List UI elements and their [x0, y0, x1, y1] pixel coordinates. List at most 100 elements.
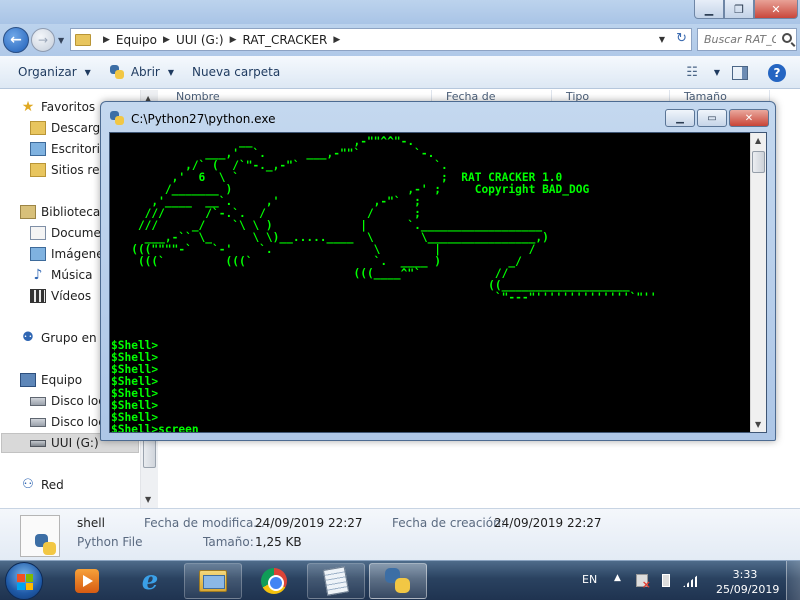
details-file-name: shell [77, 516, 105, 530]
console-close-button[interactable]: ✕ [729, 109, 769, 127]
nav-label: UUI (G:) [51, 436, 99, 450]
nav-label: Escritorio [51, 142, 108, 156]
python-icon [385, 568, 411, 594]
search-icon[interactable] [782, 33, 792, 43]
new-folder-button[interactable]: Nueva carpeta [192, 65, 280, 79]
details-modified-label: Fecha de modifica... [144, 516, 265, 530]
taskbar-chrome[interactable] [245, 563, 303, 599]
network-signal-icon[interactable] [683, 574, 699, 587]
show-desktop-button[interactable] [786, 561, 800, 600]
console-output-area[interactable]: __ ,-""^^"-. ___,' `. ___,-""` `-. ,/` (… [109, 132, 767, 433]
scroll-up-icon[interactable]: ▲ [755, 136, 761, 145]
disk-icon [30, 396, 46, 406]
console-output-text: __ ,-""^^"-. ___,' `. ___,-""` `-. ,/` (… [111, 135, 657, 433]
search-input[interactable] [704, 33, 776, 46]
help-icon[interactable]: ? [768, 63, 786, 82]
show-hidden-icons-icon[interactable]: ▲ [614, 573, 621, 583]
console-maximize-button[interactable]: ▭ [697, 109, 727, 127]
chevron-right-icon[interactable]: ▶ [230, 35, 237, 45]
console-minimize-button[interactable]: ▁ [665, 109, 695, 127]
console-window-controls: ▁ ▭ ✕ [665, 109, 769, 127]
taskbar-python[interactable] [369, 563, 427, 599]
scroll-thumb[interactable] [752, 151, 765, 173]
scroll-down-icon[interactable]: ▼ [145, 495, 151, 504]
maximize-button[interactable]: ❐ [724, 0, 754, 19]
details-pane: shell Python File Fecha de modifica... 2… [0, 508, 800, 560]
action-center-icon[interactable] [636, 574, 651, 591]
address-row: ← → ▼ ▶ Equipo ▶ UUI (G:) ▶ RAT_CRACKER … [0, 24, 800, 56]
details-created-label: Fecha de creación: [392, 516, 505, 530]
downloads-folder-icon [30, 121, 46, 135]
folder-icon [75, 33, 91, 46]
breadcrumb-rat-cracker[interactable]: RAT_CRACKER [243, 33, 328, 47]
nav-label: Equipo [41, 373, 83, 387]
internet-explorer-icon: e [141, 566, 159, 596]
recent-places-icon [30, 163, 46, 177]
minimize-button[interactable]: ▁ [694, 0, 724, 19]
python-icon [109, 64, 125, 80]
console-scrollbar[interactable]: ▲ ▼ [750, 133, 766, 432]
close-button[interactable]: ✕ [754, 0, 798, 19]
chevron-down-icon[interactable]: ▼ [714, 68, 720, 77]
recent-pages-dropdown[interactable]: ▼ [58, 36, 64, 45]
star-icon: ★ [21, 100, 35, 114]
taskbar-internet-explorer[interactable]: e [121, 563, 179, 599]
language-indicator[interactable]: EN [582, 573, 597, 586]
address-bar[interactable]: ▶ Equipo ▶ UUI (G:) ▶ RAT_CRACKER ▶ ▼ ↻ [70, 28, 692, 51]
preview-pane-icon[interactable] [732, 65, 748, 80]
nav-label: Bibliotecas [41, 205, 107, 219]
libraries-icon [20, 205, 36, 219]
forward-arrow-icon: → [37, 33, 49, 47]
taskbar-file-explorer[interactable] [184, 563, 242, 599]
media-player-icon [75, 569, 99, 593]
organize-button[interactable]: Organizar ▼ [18, 65, 91, 79]
window-controls: ▁ ❐ ✕ [694, 0, 798, 19]
view-options-icon[interactable]: ☷ [686, 65, 698, 80]
file-thumbnail [20, 515, 60, 557]
usb-drive-icon [30, 439, 46, 447]
breadcrumb-uui[interactable]: UUI (G:) [176, 33, 224, 47]
details-file-type: Python File [77, 535, 143, 549]
videos-icon [30, 289, 46, 303]
chevron-right-icon[interactable]: ▶ [163, 35, 170, 45]
open-button[interactable]: Abrir ▼ [109, 64, 174, 80]
breadcrumb-equipo[interactable]: Equipo [116, 33, 157, 47]
command-bar-right: ☷ ▼ ? [686, 56, 800, 89]
clock[interactable]: 3:33 25/09/2019 [716, 567, 779, 597]
python-icon[interactable] [109, 110, 125, 126]
refresh-icon[interactable]: ↻ [676, 31, 687, 46]
back-button[interactable]: ← [3, 27, 29, 53]
nav-label: Favoritos [41, 100, 96, 114]
search-box[interactable] [697, 28, 797, 51]
explorer-title-bar[interactable]: ▁ ❐ ✕ [0, 0, 800, 24]
address-dropdown-icon[interactable]: ▼ [659, 35, 665, 44]
images-icon [30, 247, 46, 261]
nav-label: Red [41, 478, 64, 492]
details-size-value: 1,25 KB [255, 535, 302, 549]
command-bar: Organizar ▼ Abrir ▼ Nueva carpeta ☷ ▼ ? [0, 56, 800, 89]
scroll-down-icon[interactable]: ▼ [755, 420, 761, 429]
homegroup-icon: ⚉ [22, 331, 34, 345]
python-console-window: C:\Python27\python.exe ▁ ▭ ✕ __ ,-""^^"-… [100, 101, 776, 441]
documents-icon [30, 226, 46, 240]
chevron-right-icon[interactable]: ▶ [103, 35, 110, 45]
new-folder-label: Nueva carpeta [192, 65, 281, 79]
chevron-right-icon[interactable]: ▶ [333, 35, 340, 45]
taskbar-media-player[interactable] [58, 563, 116, 599]
console-title: C:\Python27\python.exe [131, 112, 276, 126]
notepad-icon [322, 566, 350, 596]
clock-time: 3:33 [732, 568, 758, 581]
nav-label: Vídeos [51, 289, 92, 303]
chrome-icon [261, 568, 287, 594]
file-explorer-icon [199, 570, 227, 592]
windows-logo-icon [17, 574, 33, 590]
battery-icon[interactable] [662, 574, 670, 587]
forward-button[interactable]: → [31, 28, 55, 52]
start-button[interactable] [5, 562, 43, 600]
details-size-label: Tamaño: [203, 535, 254, 549]
nav-network[interactable]: ⚇ Red [20, 478, 140, 492]
music-icon: ♪ [33, 268, 43, 282]
details-created-value: 24/09/2019 22:27 [494, 516, 602, 530]
chevron-down-icon: ▼ [84, 67, 91, 77]
taskbar-notepad[interactable] [307, 563, 365, 599]
